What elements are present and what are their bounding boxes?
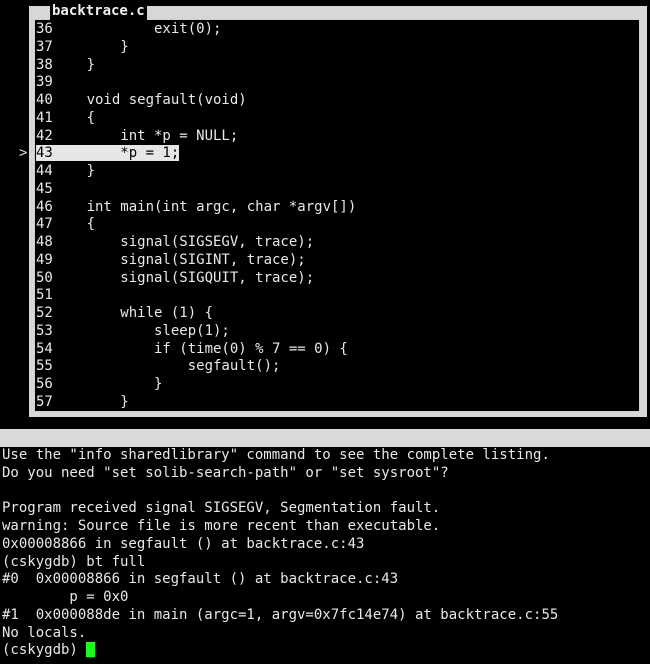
source-line-text: 53 sleep(1); xyxy=(36,322,230,339)
source-line-text: 45 xyxy=(36,180,53,197)
source-line-text: 47 { xyxy=(36,216,96,233)
source-line-text: 54 if (time(0) % 7 == 0) { xyxy=(36,340,348,357)
source-line-text: 37 } xyxy=(36,38,129,55)
gdb-console[interactable]: Use the "info sharedlibrary" command to … xyxy=(2,447,558,660)
text-cursor xyxy=(86,642,96,658)
source-code: 36 exit(0); 37 } 38 } 39 40 void segfault(vo… xyxy=(36,21,638,412)
source-line: 39 xyxy=(36,74,638,92)
source-line: 44 } xyxy=(36,163,638,181)
source-line: 57 } xyxy=(36,394,638,412)
source-line: 37 } xyxy=(36,39,638,57)
console-line: 0x00008866 in segfault () at backtrace.c… xyxy=(2,535,365,552)
console-line: (cskygdb) bt full xyxy=(2,553,146,570)
source-line-text: 42 int *p = NULL; xyxy=(36,127,239,144)
source-line-text: 50 signal(SIGQUIT, trace); xyxy=(36,269,315,286)
source-line-text: 41 { xyxy=(36,109,96,126)
console-line: Use the "info sharedlibrary" command to … xyxy=(2,447,550,463)
source-line-text: 40 void segfault(void) xyxy=(36,92,247,108)
console-line: No locals. xyxy=(2,624,87,641)
console-line: p = 0x0 xyxy=(2,589,129,605)
source-line: 41 { xyxy=(36,110,638,128)
source-line: 50 signal(SIGQUIT, trace); xyxy=(36,270,638,288)
source-line-text: 46 int main(int argc, char *argv[]) xyxy=(36,198,357,215)
source-line: 42 int *p = NULL; xyxy=(36,128,638,146)
source-line-text: 48 signal(SIGSEGV, trace); xyxy=(36,234,315,250)
console-line: #1 0x000088de in main (argc=1, argv=0x7f… xyxy=(2,606,559,623)
status-bar: remote Thread <135> In: segfault Line: 4… xyxy=(0,429,650,482)
source-line: 53 sleep(1); xyxy=(36,323,638,341)
console-line: Do you need "set solib-search-path" or "… xyxy=(2,464,449,481)
source-line: 54 if (time(0) % 7 == 0) { xyxy=(36,341,638,359)
source-window-title: backtrace.c xyxy=(50,3,147,20)
source-line-text: 51 xyxy=(36,287,53,304)
source-line: 52 while (1) { xyxy=(36,305,638,323)
source-line-text: 56 } xyxy=(36,376,163,392)
source-line-text: 36 exit(0); xyxy=(36,21,222,37)
source-line-text: 39 xyxy=(36,74,53,91)
source-line: 46 int main(int argc, char *argv[]) xyxy=(36,199,638,217)
console-line: Program received signal SIGSEGV, Segment… xyxy=(2,500,441,517)
current-line-arrow: > xyxy=(19,145,28,161)
source-line: 49 signal(SIGINT, trace); xyxy=(36,252,638,270)
source-line: 45 xyxy=(36,181,638,199)
source-line: 43 *p = 1; xyxy=(36,145,638,163)
source-line-text: 57 } xyxy=(36,393,129,410)
source-line-text: 38 } xyxy=(36,56,96,73)
source-line: 56 } xyxy=(36,376,638,394)
source-line: 55 segfault(); xyxy=(36,358,638,376)
prompt: (cskygdb) xyxy=(2,642,87,659)
source-line: 36 exit(0); xyxy=(36,21,638,39)
source-line-text: 55 segfault(); xyxy=(36,358,281,375)
source-line: 48 signal(SIGSEGV, trace); xyxy=(36,234,638,252)
source-line: 51 xyxy=(36,287,638,305)
source-line: 47 { xyxy=(36,216,638,234)
source-line: 40 void segfault(void) xyxy=(36,92,638,110)
source-line-text: 44 } xyxy=(36,163,96,179)
console-line: warning: Source file is more recent than… xyxy=(2,518,441,534)
source-line-text: 43 *p = 1; xyxy=(36,145,180,162)
source-line-text: 49 signal(SIGINT, trace); xyxy=(36,251,306,268)
source-line: 38 } xyxy=(36,57,638,75)
console-line: #0 0x00008866 in segfault () at backtrac… xyxy=(2,571,399,588)
source-line-text: 52 while (1) { xyxy=(36,305,214,321)
prompt-line[interactable]: (cskygdb) xyxy=(2,642,558,660)
